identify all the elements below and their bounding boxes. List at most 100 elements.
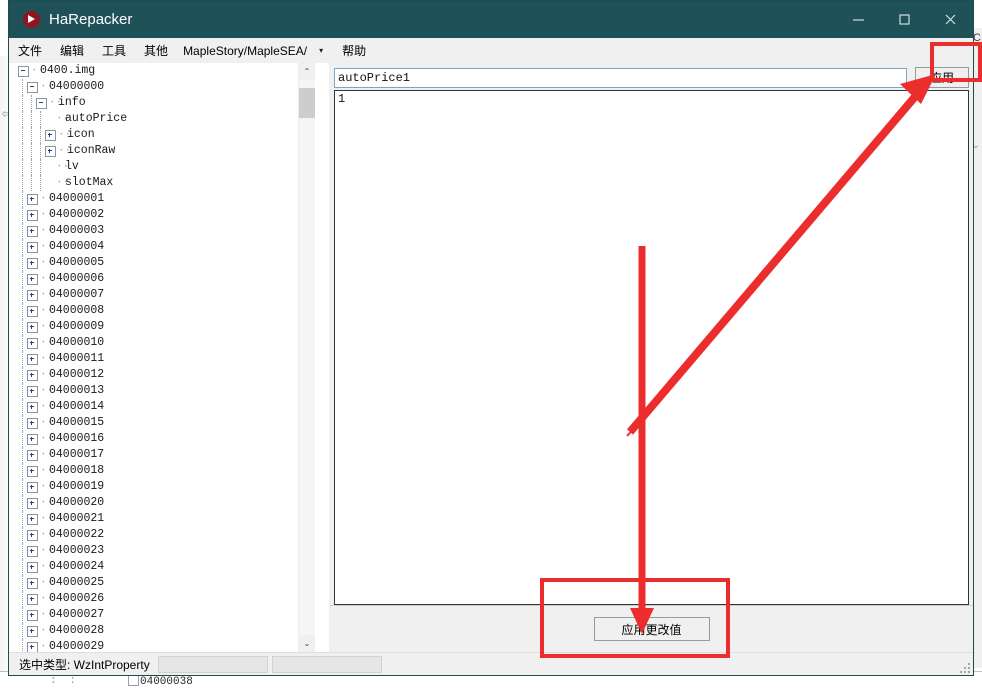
scroll-down-arrow-icon[interactable]: ⌄: [299, 635, 315, 652]
tree-node[interactable]: ·· 04000021: [9, 511, 314, 527]
expand-icon[interactable]: [45, 145, 56, 157]
tree-node-label: 04000003: [49, 224, 105, 237]
tree-node[interactable]: ·· 04000004: [9, 239, 314, 255]
tree-vertical-scrollbar[interactable]: ⌃ ⌄: [298, 63, 315, 652]
expand-icon[interactable]: [45, 129, 56, 141]
expand-icon[interactable]: [27, 273, 38, 285]
tree-node[interactable]: ·· info: [9, 95, 314, 111]
tree-node-label: 04000020: [49, 496, 105, 509]
collapse-icon[interactable]: [27, 81, 38, 93]
tree-node[interactable]: ·· 04000009: [9, 319, 314, 335]
tree-node[interactable]: ·· 04000029: [9, 639, 314, 652]
apply-name-button[interactable]: 应用: [915, 67, 969, 88]
tree-node[interactable]: ·· 04000019: [9, 479, 314, 495]
tree-node[interactable]: ·· 04000028: [9, 623, 314, 639]
tree-node[interactable]: ·· 04000016: [9, 431, 314, 447]
expand-icon[interactable]: [27, 561, 38, 573]
tree-node[interactable]: ·· 04000014: [9, 399, 314, 415]
minimize-button[interactable]: [835, 1, 881, 38]
tree-node[interactable]: ·· 04000012: [9, 367, 314, 383]
expand-icon[interactable]: [27, 385, 38, 397]
expand-icon[interactable]: [27, 609, 38, 621]
wz-file-combo[interactable]: MapleStory/MapleSEA/メ ▾: [183, 42, 329, 59]
expand-icon[interactable]: [27, 449, 38, 461]
tree-node[interactable]: ·· 04000003: [9, 223, 314, 239]
expand-icon[interactable]: [27, 257, 38, 269]
tree-node[interactable]: ·· 04000022: [9, 527, 314, 543]
tree-node[interactable]: ·· 04000013: [9, 383, 314, 399]
apply-changed-value-button[interactable]: 应用更改值: [593, 617, 710, 641]
expand-icon[interactable]: [27, 369, 38, 381]
expand-icon[interactable]: [27, 337, 38, 349]
tree-node[interactable]: ·· 04000002: [9, 207, 314, 223]
expand-icon[interactable]: [27, 289, 38, 301]
expand-icon[interactable]: [27, 305, 38, 317]
tree-indent-guide: [9, 111, 18, 127]
wz-tree-panel[interactable]: ·· 0400.img ·· 04000000 ·· info ·· autoPrice ·· i…: [9, 63, 330, 652]
scrollbar-thumb[interactable]: [299, 88, 315, 118]
title-bar[interactable]: HaRepacker: [9, 1, 973, 38]
close-button[interactable]: [927, 1, 973, 38]
expand-icon[interactable]: [27, 417, 38, 429]
property-value-textarea[interactable]: 1: [334, 90, 969, 605]
expand-icon[interactable]: [27, 481, 38, 493]
tree-node[interactable]: ·· lv: [9, 159, 314, 175]
tree-node[interactable]: ·· 04000017: [9, 447, 314, 463]
menu-item-help[interactable]: 帮助: [333, 39, 375, 62]
tree-node[interactable]: ·· 04000024: [9, 559, 314, 575]
tree-node[interactable]: ·· 04000005: [9, 255, 314, 271]
expand-icon[interactable]: [27, 641, 38, 652]
tree-node[interactable]: ·· 04000007: [9, 287, 314, 303]
menu-item-file[interactable]: 文件: [9, 39, 51, 62]
tree-node-label: 04000010: [49, 336, 105, 349]
expand-icon[interactable]: [27, 577, 38, 589]
tree-node[interactable]: ·· 04000020: [9, 495, 314, 511]
tree-node[interactable]: ·· 04000011: [9, 351, 314, 367]
collapse-icon[interactable]: [36, 97, 47, 109]
expand-icon[interactable]: [27, 625, 38, 637]
expand-icon[interactable]: [27, 193, 38, 205]
expand-icon[interactable]: [27, 529, 38, 541]
tree-node[interactable]: ·· 04000001: [9, 191, 314, 207]
menu-item-other[interactable]: 其他: [135, 39, 177, 62]
collapse-icon[interactable]: [18, 65, 29, 77]
expand-icon[interactable]: [27, 465, 38, 477]
expand-icon[interactable]: [27, 593, 38, 605]
tree-node[interactable]: ·· 04000023: [9, 543, 314, 559]
tree-node[interactable]: ·· icon: [9, 127, 314, 143]
tree-node[interactable]: ·· slotMax: [9, 175, 314, 191]
menu-item-tools[interactable]: 工具: [93, 39, 135, 62]
expand-icon[interactable]: [27, 513, 38, 525]
resize-grip-icon[interactable]: [959, 662, 970, 673]
expand-icon[interactable]: [27, 433, 38, 445]
harepacker-window: HaRepacker 文件 编辑 工具 其他 MapleStory/MapleS…: [8, 0, 974, 676]
tree-node[interactable]: ·· 0400.img: [9, 63, 314, 79]
expand-icon[interactable]: [27, 241, 38, 253]
expand-icon[interactable]: [27, 209, 38, 221]
tree-node[interactable]: ·· 04000026: [9, 591, 314, 607]
tree-indent-guide: [18, 143, 27, 159]
maximize-button[interactable]: [881, 1, 927, 38]
tree-node[interactable]: ·· 04000006: [9, 271, 314, 287]
expand-icon[interactable]: [27, 225, 38, 237]
tree-node[interactable]: ·· 04000000: [9, 79, 314, 95]
expand-icon[interactable]: [27, 497, 38, 509]
tree-node[interactable]: ·· iconRaw: [9, 143, 314, 159]
expand-icon[interactable]: [27, 545, 38, 557]
wz-tree-list[interactable]: ·· 0400.img ·· 04000000 ·· info ·· autoPrice ·· i…: [9, 63, 314, 652]
tree-node[interactable]: ·· 04000018: [9, 463, 314, 479]
menu-item-edit[interactable]: 编辑: [51, 39, 93, 62]
tree-node[interactable]: ·· 04000025: [9, 575, 314, 591]
expand-icon[interactable]: [27, 353, 38, 365]
tree-node[interactable]: ·· autoPrice: [9, 111, 314, 127]
tree-node[interactable]: ·· 04000027: [9, 607, 314, 623]
tree-node[interactable]: ·· 04000015: [9, 415, 314, 431]
property-name-input[interactable]: [334, 67, 907, 88]
expand-icon[interactable]: [27, 401, 38, 413]
tree-node[interactable]: ·· 04000010: [9, 335, 314, 351]
tree-connector: ··: [40, 337, 54, 349]
expand-icon[interactable]: [27, 321, 38, 333]
tree-node[interactable]: ·· 04000008: [9, 303, 314, 319]
scroll-up-arrow-icon[interactable]: ⌃: [299, 63, 315, 80]
